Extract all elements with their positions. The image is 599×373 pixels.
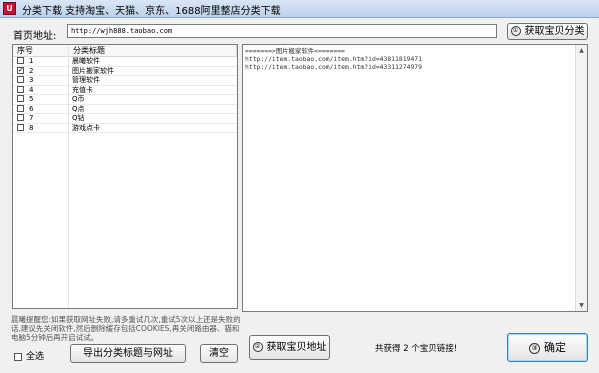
list-item[interactable]: 6 Q点	[13, 104, 237, 114]
get-categories-label: 获取宝贝分类	[524, 26, 585, 37]
row-number: 1	[29, 57, 34, 65]
row-checkbox[interactable]	[17, 104, 24, 112]
column-divider	[68, 45, 69, 308]
output-line: =======>图片搬家软件<=======	[245, 47, 345, 55]
scroll-down-icon[interactable]: ▼	[576, 300, 587, 311]
get-links-button[interactable]: ② 获取宝贝地址	[249, 335, 330, 360]
row-title: Q钻	[72, 114, 85, 122]
list-item[interactable]: 5 Q币	[13, 95, 237, 105]
ok-button[interactable]: ③ 确定	[507, 333, 588, 362]
row-title: 晨曦软件	[72, 57, 100, 65]
row-checkbox[interactable]	[17, 114, 24, 121]
checkbox-icon	[14, 352, 22, 361]
app-icon: U	[3, 2, 16, 15]
get-categories-button[interactable]: ① 获取宝贝分类	[507, 23, 588, 40]
list-header: 序号 分类标题	[13, 45, 237, 57]
row-number: 7	[29, 114, 34, 122]
column-header-number[interactable]: 序号	[13, 45, 69, 56]
url-input[interactable]: http://wjh888.taobao.com	[67, 24, 497, 38]
ok-label: 确定	[544, 341, 566, 354]
clear-button[interactable]: 清空	[200, 344, 238, 363]
row-title: 管理软件	[72, 76, 100, 84]
row-number: 8	[29, 123, 34, 132]
row-checkbox[interactable]	[17, 76, 24, 83]
export-button[interactable]: 导出分类标题与网址	[70, 344, 186, 363]
tip-text: 晨曦提醒您:如果获取网址失败,请多重试几次,重试5次以上还是失败的话,建议先关闭…	[11, 315, 241, 342]
link-output[interactable]: =======>图片搬家软件<======= http://item.taobao…	[242, 44, 588, 312]
scroll-up-icon[interactable]: ▲	[576, 45, 587, 56]
window-title: 分类下载 支持淘宝、天猫、京东、1688阿里整店分类下载	[22, 6, 281, 17]
row-checkbox[interactable]	[17, 85, 24, 93]
select-all-checkbox[interactable]: 全选	[14, 349, 44, 362]
circle-icon: ②	[252, 342, 263, 352]
row-title: 充值卡	[72, 85, 93, 94]
circle-icon: ③	[529, 342, 540, 354]
url-label: 首页地址:	[13, 31, 57, 42]
list-item[interactable]: 1 晨曦软件	[13, 57, 237, 67]
row-number: 5	[29, 95, 34, 103]
output-line: http://item.taobao.com/item.htm?id=43311…	[245, 63, 422, 71]
output-scrollbar[interactable]: ▲ ▼	[575, 45, 587, 311]
row-title: 图片搬家软件	[72, 66, 114, 75]
get-links-label: 获取宝贝地址	[266, 342, 327, 353]
row-title: Q点	[72, 104, 85, 113]
circle-icon: ①	[510, 26, 521, 36]
list-item[interactable]: ✓ 2 图片搬家软件	[13, 66, 237, 76]
row-number: 6	[29, 104, 34, 113]
row-checkbox[interactable]	[17, 95, 24, 102]
column-header-title[interactable]: 分类标题	[69, 45, 237, 56]
output-line: http://item.taobao.com/item.htm?id=43811…	[245, 55, 422, 63]
list-rows: 1 晨曦软件 ✓ 2 图片搬家软件 3 管理软件 4 充值卡 5 Q币 6 Q点 7 Q钻 8 游戏点卡	[13, 57, 237, 133]
row-checkbox[interactable]	[17, 123, 24, 131]
row-checkbox[interactable]	[17, 57, 24, 64]
row-title: 游戏点卡	[72, 123, 100, 132]
row-checkbox[interactable]: ✓	[17, 66, 24, 74]
row-number: 4	[29, 85, 34, 94]
list-item[interactable]: 3 管理软件	[13, 76, 237, 86]
row-number: 3	[29, 76, 34, 84]
category-list[interactable]: 序号 分类标题 1 晨曦软件 ✓ 2 图片搬家软件 3 管理软件 4 充值卡 5 Q币 6 Q点 7 Q钻 8…	[12, 44, 238, 309]
list-item[interactable]: 8 游戏点卡	[13, 123, 237, 133]
title-bar: U 分类下载 支持淘宝、天猫、京东、1688阿里整店分类下载	[0, 0, 599, 18]
list-item[interactable]: 4 充值卡	[13, 85, 237, 95]
list-item[interactable]: 7 Q钻	[13, 114, 237, 124]
status-text: 共获得 2 个宝贝链接!	[375, 344, 458, 354]
select-all-label: 全选	[26, 352, 45, 362]
link-output-text: =======>图片搬家软件<======= http://item.taobao…	[245, 47, 422, 71]
row-title: Q币	[72, 95, 85, 103]
row-number: 2	[29, 66, 34, 75]
